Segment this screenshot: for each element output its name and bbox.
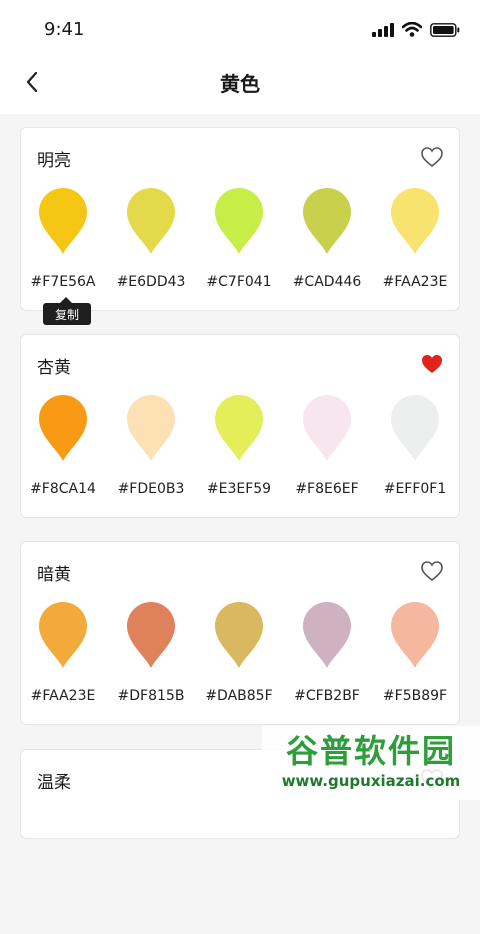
color-swatch[interactable]: #CFB2BF bbox=[285, 596, 369, 726]
swatch-row: #F7E56A #E6DD43 #C7F041 #CAD446 #FAA23E bbox=[21, 182, 459, 312]
heart-outline-icon bbox=[421, 561, 443, 582]
color-hex-label: #CAD446 bbox=[292, 274, 362, 290]
favorite-button[interactable] bbox=[419, 351, 445, 377]
color-hex-label: #F8CA14 bbox=[30, 481, 96, 497]
watermark-title: 谷普软件园 bbox=[285, 732, 456, 770]
color-hex-label: #DF815B bbox=[117, 688, 185, 704]
color-swatch[interactable]: #DAB85F bbox=[197, 596, 281, 726]
color-swatch[interactable]: #F8CA14 bbox=[21, 389, 105, 519]
color-drop bbox=[127, 188, 175, 254]
status-bar: 9:41 bbox=[0, 0, 480, 60]
color-hex-label: #FAA23E bbox=[382, 274, 448, 290]
color-hex-label: #DAB85F bbox=[205, 688, 273, 704]
color-swatch[interactable]: #DF815B bbox=[109, 596, 193, 726]
color-drop bbox=[127, 602, 175, 668]
color-drop bbox=[391, 395, 439, 461]
copy-tooltip: 复制 bbox=[43, 303, 91, 325]
color-drop bbox=[303, 602, 351, 668]
color-hex-label: #CFB2BF bbox=[294, 688, 360, 704]
color-hex-label: #FDE0B3 bbox=[117, 481, 185, 497]
color-drop bbox=[215, 395, 263, 461]
palette-title: 温柔 bbox=[37, 773, 71, 793]
color-hex-label: #C7F041 bbox=[206, 274, 272, 290]
color-swatch[interactable]: #F7E56A bbox=[21, 182, 105, 312]
palette-title: 杏黄 bbox=[37, 358, 71, 378]
color-drop bbox=[39, 188, 87, 254]
color-drop bbox=[391, 602, 439, 668]
color-swatch[interactable]: #E3EF59 bbox=[197, 389, 281, 519]
color-drop bbox=[391, 188, 439, 254]
color-swatch[interactable]: #F8E6EF bbox=[285, 389, 369, 519]
page-title: 黄色 bbox=[220, 72, 260, 96]
color-hex-label: #F7E56A bbox=[30, 274, 96, 290]
color-hex-label: #EFF0F1 bbox=[383, 481, 447, 497]
swatch-row bbox=[21, 804, 459, 934]
color-drop bbox=[39, 395, 87, 461]
status-icons bbox=[372, 22, 460, 37]
color-swatch[interactable]: #EFF0F1 bbox=[373, 389, 457, 519]
favorite-button[interactable] bbox=[419, 144, 445, 170]
color-drop bbox=[215, 188, 263, 254]
color-swatch[interactable]: #FAA23E bbox=[21, 596, 105, 726]
watermark: 谷普软件园 www.gupuxiazai.com bbox=[262, 726, 480, 800]
wifi-icon bbox=[402, 22, 422, 37]
color-drop bbox=[39, 602, 87, 668]
color-swatch[interactable]: #E6DD43 bbox=[109, 182, 193, 312]
palette-card: 明亮 #F7E56A #E6DD43 #C7F041 #CAD446 #FAA23E bbox=[20, 127, 460, 311]
favorite-button[interactable] bbox=[419, 558, 445, 584]
color-drop bbox=[303, 395, 351, 461]
color-hex-label: #E6DD43 bbox=[116, 274, 186, 290]
nav-bar: 黄色 bbox=[0, 60, 480, 114]
color-swatch[interactable]: #FAA23E bbox=[373, 182, 457, 312]
color-drop bbox=[127, 395, 175, 461]
color-drop bbox=[303, 188, 351, 254]
swatch-row: #F8CA14 #FDE0B3 #E3EF59 #F8E6EF #EFF0F1 bbox=[21, 389, 459, 519]
color-swatch[interactable]: #CAD446 bbox=[285, 182, 369, 312]
color-drop bbox=[215, 602, 263, 668]
status-time: 9:41 bbox=[44, 19, 85, 40]
color-hex-label: #FAA23E bbox=[30, 688, 96, 704]
heart-outline-icon bbox=[421, 147, 443, 168]
watermark-url: www.gupuxiazai.com bbox=[281, 772, 461, 790]
palette-title: 明亮 bbox=[37, 151, 71, 171]
color-hex-label: #F5B89F bbox=[382, 688, 448, 704]
color-swatch[interactable]: #FDE0B3 bbox=[109, 389, 193, 519]
color-swatch[interactable]: #C7F041 bbox=[197, 182, 281, 312]
signal-icon bbox=[372, 22, 394, 37]
swatch-row: #FAA23E #DF815B #DAB85F #CFB2BF #F5B89F bbox=[21, 596, 459, 726]
color-hex-label: #E3EF59 bbox=[206, 481, 272, 497]
color-swatch[interactable]: #F5B89F bbox=[373, 596, 457, 726]
battery-icon bbox=[430, 22, 460, 37]
palette-card: 暗黄 #FAA23E #DF815B #DAB85F #CFB2BF #F5B89F bbox=[20, 541, 460, 725]
color-hex-label: #F8E6EF bbox=[295, 481, 359, 497]
palette-card: 杏黄 #F8CA14 #FDE0B3 #E3EF59 #F8E6EF #EFF0F1 bbox=[20, 334, 460, 518]
heart-filled-icon bbox=[422, 355, 442, 373]
palette-title: 暗黄 bbox=[37, 565, 71, 585]
